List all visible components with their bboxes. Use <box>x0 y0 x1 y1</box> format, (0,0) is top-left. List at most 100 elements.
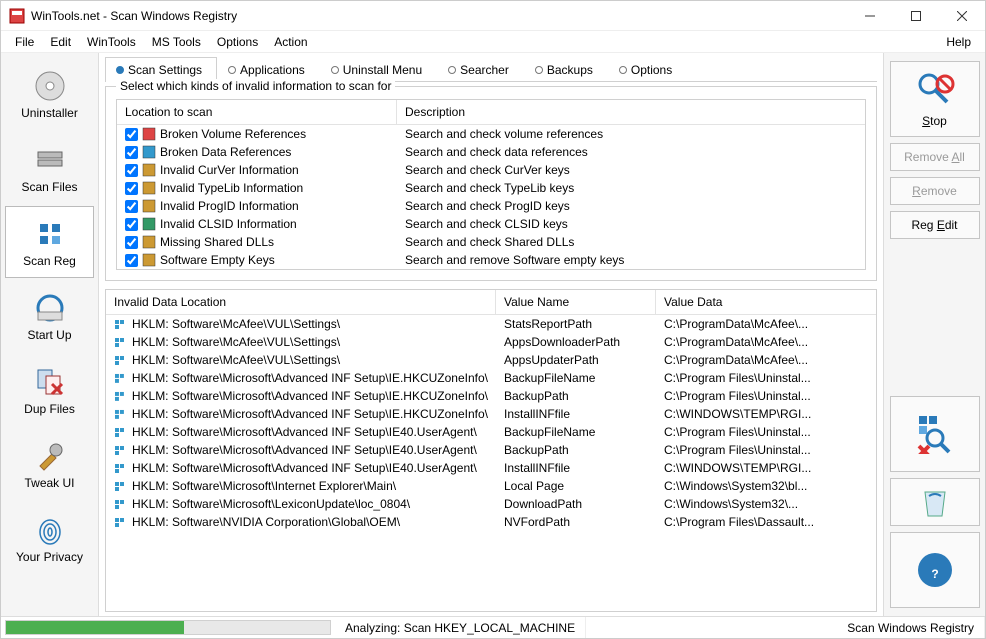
scan-row-name: Invalid TypeLib Information <box>160 181 303 195</box>
result-row[interactable]: HKLM: Software\Microsoft\Advanced INF Se… <box>106 387 876 405</box>
scan-row-checkbox[interactable] <box>125 200 138 213</box>
radio-dot-icon <box>619 66 627 74</box>
scan-row-checkbox[interactable] <box>125 218 138 231</box>
col-invalid-location[interactable]: Invalid Data Location <box>106 290 496 314</box>
result-value-name: InstallINFfile <box>496 461 656 475</box>
scan-row-name: Broken Data References <box>160 145 291 159</box>
progress-segment <box>1 617 335 638</box>
remove-all-button[interactable]: Remove All <box>890 143 980 171</box>
menu-mstools[interactable]: MS Tools <box>144 33 209 51</box>
scan-row[interactable]: Missing Shared DLLs Search and check Shar… <box>117 233 865 251</box>
result-row[interactable]: HKLM: Software\McAfee\VUL\Settings\AppsU… <box>106 351 876 369</box>
scan-row-checkbox[interactable] <box>125 128 138 141</box>
close-button[interactable] <box>939 1 985 31</box>
result-row[interactable]: HKLM: Software\NVIDIA Corporation\Global… <box>106 513 876 531</box>
result-location: HKLM: Software\Microsoft\Advanced INF Se… <box>132 461 477 475</box>
result-row[interactable]: HKLM: Software\Microsoft\Advanced INF Se… <box>106 405 876 423</box>
result-value-data: C:\WINDOWS\TEMP\RGI... <box>656 461 876 475</box>
menu-options[interactable]: Options <box>209 33 266 51</box>
nav-uninstaller[interactable]: Uninstaller <box>5 58 94 130</box>
maximize-button[interactable] <box>893 1 939 31</box>
recycle-button[interactable] <box>890 478 980 526</box>
nav-tweak-ui[interactable]: Tweak UI <box>5 428 94 500</box>
registry-search-icon <box>915 414 955 454</box>
scan-body[interactable]: Broken Volume ReferencesSearch and check… <box>117 125 865 269</box>
scan-row-checkbox[interactable] <box>125 254 138 267</box>
menu-edit[interactable]: Edit <box>42 33 79 51</box>
registry-key-icon <box>114 371 128 385</box>
stop-icon <box>915 70 955 110</box>
result-row[interactable]: HKLM: Software\Microsoft\Internet Explor… <box>106 477 876 495</box>
col-description[interactable]: Description <box>397 100 865 124</box>
result-row[interactable]: HKLM: Software\McAfee\VUL\Settings\AppsD… <box>106 333 876 351</box>
result-value-data: C:\Program Files\Dassault... <box>656 515 876 529</box>
result-row[interactable]: HKLM: Software\Microsoft\LexiconUpdate\l… <box>106 495 876 513</box>
result-value-name: NVFordPath <box>496 515 656 529</box>
results-body[interactable]: HKLM: Software\McAfee\VUL\Settings\Stats… <box>106 315 876 611</box>
result-row[interactable]: HKLM: Software\Microsoft\Advanced INF Se… <box>106 459 876 477</box>
scan-row-desc: Search and check ProgID keys <box>397 199 865 213</box>
remove-label: Remove <box>912 184 957 198</box>
menu-file[interactable]: File <box>7 33 42 51</box>
scan-type-icon <box>142 127 156 141</box>
scan-row-name: Missing Shared DLLs <box>160 235 274 249</box>
result-row[interactable]: HKLM: Software\Microsoft\Advanced INF Se… <box>106 423 876 441</box>
result-value-name: AppsUpdaterPath <box>496 353 656 367</box>
regedit-button[interactable]: Reg Edit <box>890 211 980 239</box>
result-value-data: C:\ProgramData\McAfee\... <box>656 353 876 367</box>
tab-searcher[interactable]: Searcher <box>437 57 524 82</box>
scan-row-checkbox[interactable] <box>125 146 138 159</box>
scan-row-name: Invalid CurVer Information <box>160 163 299 177</box>
scan-row[interactable]: Invalid TypeLib InformationSearch and ch… <box>117 179 865 197</box>
nav-your-privacy[interactable]: Your Privacy <box>5 502 94 574</box>
result-row[interactable]: HKLM: Software\McAfee\VUL\Settings\Stats… <box>106 315 876 333</box>
scan-row-desc: Search and check volume references <box>397 127 865 141</box>
scan-row[interactable]: Invalid ProgID InformationSearch and che… <box>117 197 865 215</box>
scan-row-desc: Search and check Shared DLLs <box>397 235 865 249</box>
registry-key-icon <box>114 461 128 475</box>
scan-row[interactable]: Invalid CurVer Information Search and che… <box>117 161 865 179</box>
statusbar: Analyzing: Scan HKEY_LOCAL_MACHINE Scan … <box>1 616 985 638</box>
registry-key-icon <box>114 515 128 529</box>
result-location: HKLM: Software\Microsoft\Advanced INF Se… <box>132 443 477 457</box>
scan-row[interactable]: Invalid CLSID InformationSearch and chec… <box>117 215 865 233</box>
nav-dup-files[interactable]: Dup Files <box>5 354 94 426</box>
result-row[interactable]: HKLM: Software\Microsoft\Advanced INF Se… <box>106 441 876 459</box>
progress-bar <box>5 620 331 635</box>
stop-button[interactable]: Stop <box>890 61 980 137</box>
scan-row[interactable]: Broken Volume ReferencesSearch and check… <box>117 125 865 143</box>
scan-row-name: Invalid CLSID Information <box>160 217 297 231</box>
col-location[interactable]: Location to scan <box>117 100 397 124</box>
result-value-name: BackupFileName <box>496 425 656 439</box>
result-value-name: DownloadPath <box>496 497 656 511</box>
result-row[interactable]: HKLM: Software\Microsoft\Advanced INF Se… <box>106 369 876 387</box>
scan-row[interactable]: Software Empty KeysSearch and remove Sof… <box>117 251 865 269</box>
result-location: HKLM: Software\NVIDIA Corporation\Global… <box>132 515 400 529</box>
scan-row[interactable]: Broken Data ReferencesSearch and check d… <box>117 143 865 161</box>
help-button[interactable]: ? <box>890 532 980 608</box>
remove-button[interactable]: Remove <box>890 177 980 205</box>
col-value-name[interactable]: Value Name <box>496 290 656 314</box>
status-analyzing: Analyzing: Scan HKEY_LOCAL_MACHINE <box>335 617 586 638</box>
scan-row-checkbox[interactable] <box>125 236 138 249</box>
tab-options[interactable]: Options <box>608 57 687 82</box>
menu-action[interactable]: Action <box>266 33 315 51</box>
scan-row-checkbox[interactable] <box>125 164 138 177</box>
disc-icon <box>32 68 68 104</box>
scan-row-checkbox[interactable] <box>125 182 138 195</box>
menu-help[interactable]: Help <box>938 33 979 51</box>
result-location: HKLM: Software\Microsoft\Advanced INF Se… <box>132 371 488 385</box>
minimize-button[interactable] <box>847 1 893 31</box>
menu-wintools[interactable]: WinTools <box>79 33 144 51</box>
nav-scan-reg[interactable]: Scan Reg <box>5 206 94 278</box>
tab-backups[interactable]: Backups <box>524 57 608 82</box>
progress-fill <box>6 621 184 634</box>
scan-reg-shortcut[interactable] <box>890 396 980 472</box>
result-value-data: C:\Windows\System32\bl... <box>656 479 876 493</box>
registry-key-icon <box>114 317 128 331</box>
nav-scan-files[interactable]: Scan Files <box>5 132 94 204</box>
nav-start-up[interactable]: Start Up <box>5 280 94 352</box>
registry-key-icon <box>114 335 128 349</box>
col-value-data[interactable]: Value Data <box>656 290 876 314</box>
scan-row-desc: Search and check CurVer keys <box>397 163 865 177</box>
